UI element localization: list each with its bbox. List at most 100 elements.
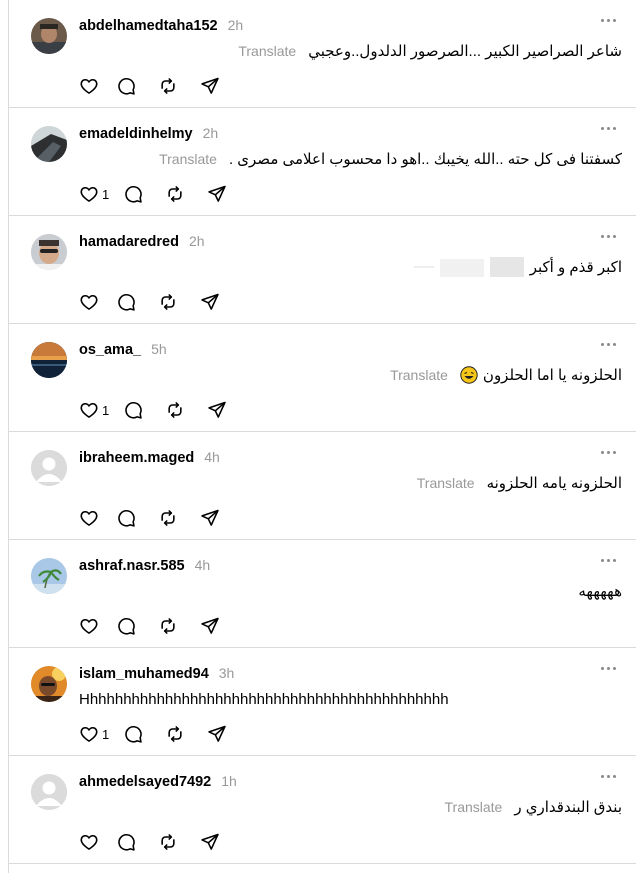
post-content: Translate كسفتنا فى كل حته ..الله يخيبك … — [159, 147, 622, 171]
like-button[interactable] — [79, 616, 98, 636]
avatar[interactable] — [31, 558, 67, 594]
post-time: 4h — [204, 449, 220, 465]
post-item: abdelhamedtaha152 2h Translate شاعر الصر… — [9, 0, 636, 108]
heart-icon — [80, 186, 98, 202]
comment-button[interactable] — [116, 508, 136, 528]
post-item: ibraheem.maged 4h Translate الحلزونه يام… — [9, 432, 636, 540]
share-button[interactable] — [200, 616, 220, 636]
like-button[interactable] — [79, 508, 98, 528]
like-count: 1 — [102, 726, 110, 742]
repost-icon — [161, 78, 175, 94]
send-icon — [208, 401, 226, 418]
replies-feed: abdelhamedtaha152 2h Translate شاعر الصر… — [9, 0, 636, 864]
avatar[interactable] — [31, 18, 67, 54]
send-icon — [201, 77, 219, 94]
post-text: هههههه — [578, 583, 622, 600]
username[interactable]: emadeldinhelmy — [79, 126, 193, 142]
translate-link[interactable]: Translate — [390, 367, 448, 383]
comment-bubble-icon — [125, 726, 142, 743]
like-button[interactable]: 1 — [79, 400, 109, 420]
like-button[interactable] — [79, 832, 98, 852]
repost-button[interactable] — [165, 724, 185, 744]
translate-link[interactable]: Translate — [238, 43, 296, 59]
repost-button[interactable] — [158, 616, 178, 636]
heart-icon — [80, 726, 98, 742]
repost-button[interactable] — [158, 76, 178, 96]
comment-button[interactable] — [123, 724, 143, 744]
post-actions: 1 — [79, 399, 249, 421]
more-options-icon[interactable] — [597, 661, 619, 675]
share-button[interactable] — [200, 508, 220, 528]
comment-button[interactable] — [116, 76, 136, 96]
share-button[interactable] — [207, 724, 227, 744]
like-button[interactable] — [79, 76, 98, 96]
repost-button[interactable] — [158, 292, 178, 312]
post-text: الحلزونه يامه الحلزونه — [486, 475, 622, 492]
avatar[interactable] — [31, 234, 67, 270]
post-text: شاعر الصراصير الكبير ...الصرصور الدلدول.… — [308, 43, 622, 60]
heart-icon — [80, 294, 98, 310]
repost-button[interactable] — [158, 832, 178, 852]
post-text: Hhhhhhhhhhhhhhhhhhhhhhhhhhhhhhhhhhhhhhhh… — [79, 690, 449, 708]
username[interactable]: os_ama_ — [79, 342, 141, 358]
avatar[interactable] — [31, 342, 67, 378]
username[interactable]: hamadaredred — [79, 234, 179, 250]
username[interactable]: ashraf.nasr.585 — [79, 558, 185, 574]
more-options-icon[interactable] — [597, 337, 619, 351]
post-content: اكبر قذم و أكبر — [413, 255, 622, 279]
comment-button[interactable] — [116, 832, 136, 852]
heart-icon — [80, 834, 98, 850]
avatar[interactable] — [31, 774, 67, 810]
like-button[interactable] — [79, 292, 98, 312]
comment-bubble-icon — [125, 402, 142, 419]
username[interactable]: ahmedelsayed7492 — [79, 774, 211, 790]
repost-button[interactable] — [165, 184, 185, 204]
comment-bubble-icon — [118, 78, 135, 95]
more-options-icon[interactable] — [597, 769, 619, 783]
share-button[interactable] — [207, 184, 227, 204]
like-count: 1 — [102, 186, 110, 202]
comment-button[interactable] — [116, 292, 136, 312]
repost-button[interactable] — [158, 508, 178, 528]
avatar[interactable] — [31, 666, 67, 702]
heart-icon — [80, 402, 98, 418]
more-options-icon[interactable] — [597, 13, 619, 27]
username[interactable]: islam_muhamed94 — [79, 666, 209, 682]
post-content: Hhhhhhhhhhhhhhhhhhhhhhhhhhhhhhhhhhhhhhhh… — [79, 687, 449, 711]
more-options-icon[interactable] — [597, 229, 619, 243]
post-meta: islam_muhamed94 3h — [79, 665, 234, 685]
post-actions: 1 — [79, 183, 249, 205]
share-button[interactable] — [207, 400, 227, 420]
repost-icon — [161, 834, 175, 850]
translate-link[interactable]: Translate — [417, 475, 475, 491]
more-options-icon[interactable] — [597, 553, 619, 567]
post-text: كسفتنا فى كل حته ..الله يخيبك ..اهو دا م… — [228, 151, 622, 168]
more-options-icon[interactable] — [597, 445, 619, 459]
avatar[interactable] — [31, 126, 67, 162]
post-item: os_ama_ 5h Translate الحلزونه يا اما الح… — [9, 324, 636, 432]
post-item: islam_muhamed94 3h Hhhhhhhhhhhhhhhhhhhhh… — [9, 648, 636, 756]
more-options-icon[interactable] — [597, 121, 619, 135]
comment-bubble-icon — [118, 294, 135, 311]
repost-icon — [168, 726, 182, 742]
username[interactable]: abdelhamedtaha152 — [79, 18, 218, 34]
translate-link[interactable]: Translate — [159, 151, 217, 167]
translate-link[interactable]: Translate — [445, 799, 503, 815]
heart-icon — [80, 618, 98, 634]
post-content: هههههه — [578, 579, 622, 603]
post-actions — [79, 75, 242, 97]
like-button[interactable]: 1 — [79, 724, 109, 744]
comment-button[interactable] — [116, 616, 136, 636]
repost-button[interactable] — [165, 400, 185, 420]
username[interactable]: ibraheem.maged — [79, 450, 194, 466]
post-content: Translate بندق البندقداري ر — [445, 795, 623, 819]
share-button[interactable] — [200, 832, 220, 852]
repost-icon — [161, 510, 175, 526]
comment-button[interactable] — [123, 400, 143, 420]
send-icon — [208, 185, 226, 202]
share-button[interactable] — [200, 292, 220, 312]
comment-button[interactable] — [123, 184, 143, 204]
share-button[interactable] — [200, 76, 220, 96]
avatar[interactable] — [31, 450, 67, 486]
like-button[interactable]: 1 — [79, 184, 109, 204]
